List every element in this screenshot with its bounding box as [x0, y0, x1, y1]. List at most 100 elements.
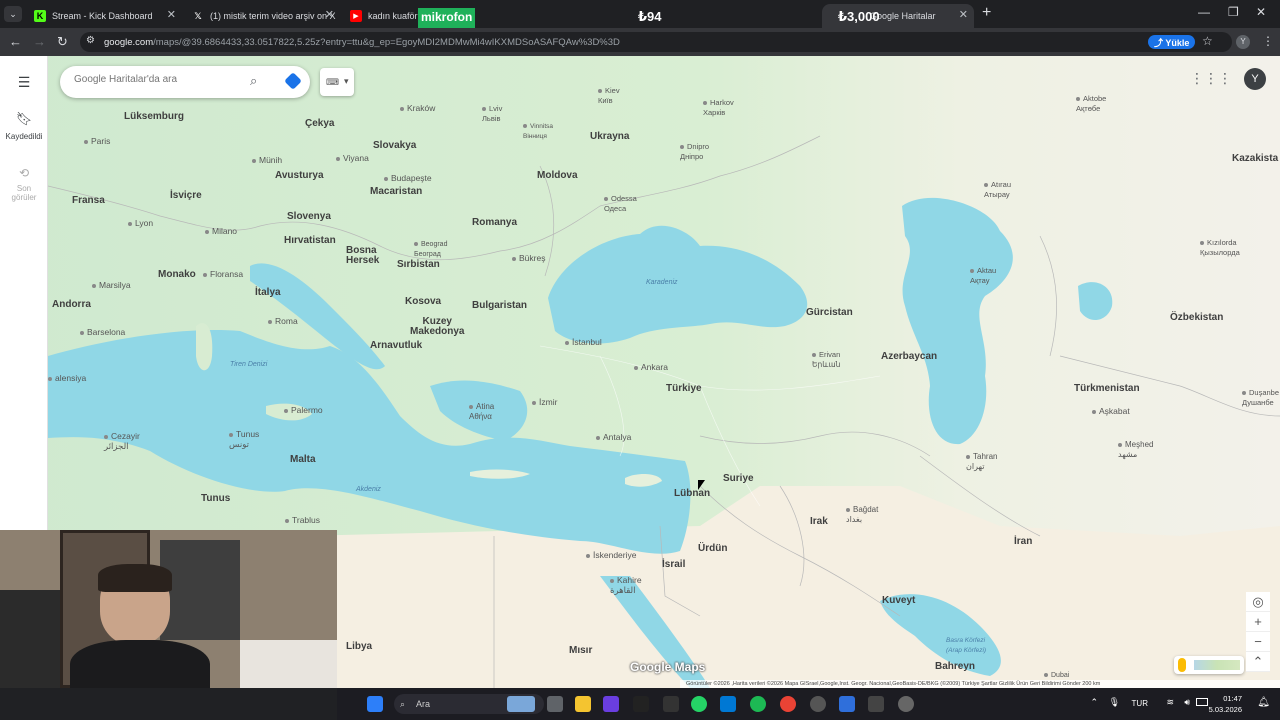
map-label-city: Kraków: [400, 103, 435, 113]
map-label-country: Suriye: [723, 473, 754, 484]
maps-search-box: ⌕: [60, 66, 310, 98]
close-icon[interactable]: ✕: [167, 8, 176, 21]
map-label-city: Floransa: [203, 269, 243, 279]
stream-overlay-price: ₺3,000: [838, 9, 880, 24]
map-canvas[interactable]: ☰ 🔖︎ Kaydedildi ⟲ Son görüler ⌕ ⌨ ▾ ⋮⋮⋮ …: [0, 56, 1280, 688]
stream-overlay-price: ₺94: [638, 9, 662, 24]
zoom-out-button[interactable]: −: [1246, 632, 1270, 652]
map-label-country: Sırbistan: [397, 259, 440, 270]
map-label-country: Türkmenistan: [1074, 383, 1140, 394]
task-view-icon[interactable]: [547, 696, 563, 712]
map-label-country: Kuzey Makedonya: [410, 316, 465, 337]
notification-icon[interactable]: 🔔︎: [1257, 697, 1270, 708]
map-label-city: Milano: [205, 226, 237, 236]
upload-button[interactable]: ⤴ Yükle: [1148, 35, 1196, 49]
microphone-icon[interactable]: 🎙︎: [1109, 697, 1120, 708]
search-icon: ⌕: [400, 699, 406, 709]
site-info-icon[interactable]: ⚙: [86, 35, 95, 46]
vscode-icon[interactable]: [720, 696, 736, 712]
my-location-icon[interactable]: ◎: [1246, 592, 1270, 612]
maximize-button[interactable]: ❐: [1228, 5, 1239, 19]
map-label-city: İstanbul: [565, 337, 602, 347]
tab-search-button[interactable]: ⌄: [4, 6, 22, 22]
bookmark-icon[interactable]: 🔖︎: [0, 111, 48, 127]
file-explorer-icon[interactable]: [575, 696, 591, 712]
layer-preview-strip[interactable]: [1174, 656, 1244, 674]
app-icon[interactable]: [868, 696, 884, 712]
app-icon[interactable]: [603, 696, 619, 712]
map-label-country: Andorra: [52, 299, 91, 310]
upload-label: Yükle: [1165, 38, 1190, 48]
spotify-icon[interactable]: [750, 696, 766, 712]
taskbar-clock[interactable]: 01:47 5.03.2026: [1209, 693, 1242, 715]
profile-avatar[interactable]: Y: [1236, 35, 1250, 49]
map-label-city: Beograd Београд: [414, 241, 448, 258]
map-label-city: Kızılorda Қызылорда: [1200, 238, 1240, 257]
youtube-icon: ▶: [350, 10, 362, 22]
map-label-country: Macaristan: [370, 186, 423, 197]
widgets-icon[interactable]: [507, 696, 535, 712]
collapse-icon[interactable]: ⌃: [1246, 652, 1270, 672]
battery-icon[interactable]: [1196, 698, 1208, 706]
close-icon[interactable]: ✕: [959, 8, 968, 21]
close-window-button[interactable]: ✕: [1256, 5, 1266, 19]
layer-thumbnails[interactable]: [1194, 660, 1240, 670]
maps-search-input[interactable]: [74, 74, 234, 85]
tab-title: Google Haritalar: [870, 11, 936, 21]
volume-icon[interactable]: 🔊︎: [1184, 697, 1190, 708]
map-label-country: Kazakista: [1232, 153, 1279, 164]
map-label-city: Kahire القاهرة: [610, 575, 642, 595]
apple-tv-icon[interactable]: [633, 696, 649, 712]
map-label-country: Kuveyt: [882, 595, 916, 606]
back-button[interactable]: ←: [9, 34, 22, 49]
url-host: google.com: [104, 37, 154, 48]
url-text[interactable]: google.com/maps/@39.6864433,33.0517822,5…: [104, 37, 620, 48]
x-icon: 𝕏: [194, 10, 202, 21]
tab-kick-dashboard[interactable]: K Stream - Kick Dashboard ✕: [26, 4, 182, 28]
map-attribution-footer[interactable]: Görüntüler ©2026 ,Harita verileri ©2026 …: [680, 680, 1280, 688]
directions-icon[interactable]: [284, 72, 302, 90]
obs-icon[interactable]: [898, 696, 914, 712]
chrome-icon[interactable]: [780, 696, 796, 712]
map-label-country: Türkiye: [666, 383, 702, 394]
wifi-icon[interactable]: ≋: [1166, 697, 1174, 708]
windows-start-icon[interactable]: [367, 696, 383, 712]
chatgpt-icon[interactable]: [810, 696, 826, 712]
reload-button[interactable]: ↻: [57, 34, 68, 50]
history-icon[interactable]: ⟲: [0, 166, 48, 180]
menu-icon[interactable]: ⋮: [1262, 34, 1274, 48]
whatsapp-icon[interactable]: [691, 696, 707, 712]
layers-dropdown[interactable]: ⌨ ▾: [320, 68, 354, 96]
map-label-city: Antalya: [596, 432, 631, 442]
map-label-city: Barselona: [80, 327, 125, 337]
map-label-country: Bosna Hersek: [346, 245, 380, 266]
rail-recent-label[interactable]: Son görüler: [0, 184, 48, 202]
map-label-city: Viyana: [336, 153, 369, 163]
browser-tab-strip: ⌄ K Stream - Kick Dashboard ✕ 𝕏 (1) mist…: [0, 0, 1280, 28]
bed: [240, 640, 337, 688]
map-label-country: Lüksemburg: [124, 111, 185, 122]
rail-saved-label[interactable]: Kaydedildi: [0, 132, 48, 141]
map-controls: ◎ + − ⌃: [1246, 592, 1270, 672]
map-label-country: Moldova: [537, 170, 578, 181]
input-language[interactable]: TUR: [1132, 699, 1148, 708]
pegman-icon[interactable]: [1178, 658, 1186, 672]
zoom-in-button[interactable]: +: [1246, 612, 1270, 632]
tab-youtube[interactable]: ▶ kadın kuaförü: [342, 4, 418, 28]
menu-icon[interactable]: ☰: [0, 74, 48, 91]
google-apps-icon[interactable]: ⋮⋮⋮: [1190, 70, 1232, 87]
close-icon[interactable]: ✕: [325, 8, 334, 21]
account-avatar[interactable]: Y: [1244, 68, 1266, 90]
hair: [98, 564, 172, 592]
search-icon[interactable]: ⌕: [250, 73, 257, 89]
map-label-country: Tunus: [201, 493, 231, 504]
tab-x-post[interactable]: 𝕏 (1) mistik terim video arşiv on X ✕: [184, 4, 340, 28]
todo-icon[interactable]: [839, 696, 855, 712]
star-icon[interactable]: ☆: [1202, 34, 1213, 48]
notion-icon[interactable]: [663, 696, 679, 712]
chevron-up-icon[interactable]: ⌃: [1090, 697, 1098, 708]
minimize-button[interactable]: —: [1198, 5, 1210, 19]
new-tab-button[interactable]: +: [982, 4, 991, 22]
map-label-country: İsrail: [662, 559, 686, 570]
forward-button[interactable]: →: [33, 34, 46, 49]
